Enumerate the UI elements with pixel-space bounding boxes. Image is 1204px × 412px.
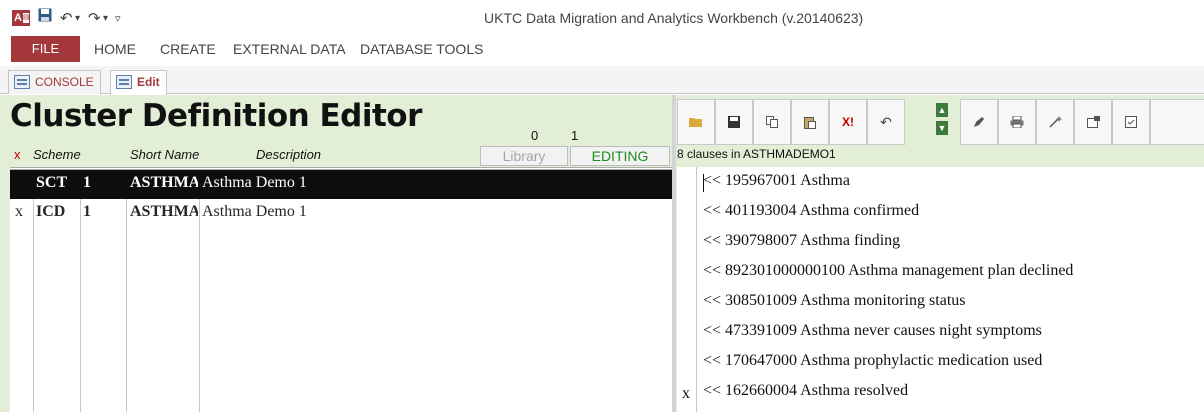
clause-text[interactable]: << 308501009 Asthma monitoring status [703,292,966,310]
row-scheme[interactable]: ICD [36,203,65,221]
table-row[interactable]: x ICD 1 ASTHMAD Asthma Demo 1 [10,199,672,228]
editing-button[interactable]: EDITING [570,146,670,166]
column-header-x: x [14,147,21,162]
row-x-flag[interactable]: x [15,203,23,221]
row-description[interactable]: Asthma Demo 1 [202,203,307,221]
access-app-icon[interactable]: A▤ [12,10,30,26]
clause-text[interactable]: << 892301000000100 Asthma management pla… [703,262,1073,280]
row-scheme[interactable]: SCT [36,174,67,192]
clause-text[interactable]: << 170647000 Asthma prophylactic medicat… [703,352,1042,370]
column-header-description: Description [256,147,322,162]
move-buttons: ▲ ▼ [936,101,950,141]
move-down-icon[interactable]: ▼ [936,121,948,135]
wand-icon[interactable] [1036,99,1074,145]
tab-home[interactable]: HOME [94,41,136,57]
delete-icon[interactable]: X! [829,99,867,145]
open-folder-icon[interactable] [677,99,715,145]
clause-count: 8 clauses in ASTHMADEMO1 [677,147,836,161]
file-tab[interactable]: FILE [11,36,80,62]
tab-create[interactable]: CREATE [160,41,216,57]
row-version[interactable]: 1 [83,174,91,192]
row-version[interactable]: 1 [83,203,91,221]
counter-a: 0 [531,128,539,143]
doc-tab-edit[interactable]: Edit [110,70,167,95]
list-item[interactable]: x << 162660004 Asthma resolved [677,377,1204,407]
clause-text[interactable]: << 162660004 Asthma resolved [703,382,908,400]
row-short-name[interactable]: ASTHMAD [130,174,198,192]
clause-text[interactable]: << 390798007 Asthma finding [703,232,900,250]
copy-icon[interactable] [753,99,791,145]
list-item[interactable]: << 473391009 Asthma never causes night s… [677,317,1204,347]
clause-toolbar: X! ↶ ▲ ▼ [677,99,1204,145]
list-item[interactable]: << 170647000 Asthma prophylactic medicat… [677,347,1204,377]
doc-tab-console[interactable]: CONSOLE [8,70,101,94]
save-icon[interactable] [715,99,753,145]
document-tabs: CONSOLE Edit [0,66,1204,95]
undo-dropdown-icon[interactable]: ▾ [75,13,80,24]
clause-text[interactable]: << 473391009 Asthma never causes night s… [703,322,1042,340]
column-header-scheme: Scheme [33,147,81,162]
list-item[interactable]: << 892301000000100 Asthma management pla… [677,257,1204,287]
page-title: Cluster Definition Editor [10,98,422,134]
move-up-icon[interactable]: ▲ [936,103,948,117]
doc-tab-console-label: CONSOLE [35,75,94,89]
library-button[interactable]: Library [480,146,568,166]
toolbar-spacer [1150,99,1204,145]
pane-splitter[interactable] [672,95,676,412]
form-header: Cluster Definition Editor 0 1 x Scheme S… [0,95,672,167]
clause-list: << 195967001 Asthma << 401193004 Asthma … [677,167,1204,412]
paste-icon[interactable] [791,99,829,145]
cluster-list: SCT 1 ASTHMAD Asthma Demo 1 x ICD 1 ASTH… [10,167,672,412]
clause-text[interactable]: << 401193004 Asthma confirmed [703,202,919,220]
row-short-name[interactable]: ASTHMAD [130,203,198,221]
redo-icon[interactable]: ↷ [88,9,101,27]
form-icon [14,75,30,89]
window-title: UKTC Data Migration and Analytics Workbe… [484,10,864,26]
customize-toolbar-icon[interactable]: ▿ [115,12,121,25]
pencil-icon[interactable] [960,99,998,145]
list-item[interactable]: << 195967001 Asthma [677,167,1204,197]
cluster-editor-form: Cluster Definition Editor 0 1 x Scheme S… [0,95,1204,412]
tab-database-tools[interactable]: DATABASE TOOLS [360,41,483,57]
undo-icon[interactable]: ↶ [867,99,905,145]
column-header-short-name: Short Name [130,147,200,162]
counter-b: 1 [571,128,579,143]
clause-x-flag[interactable]: x [682,385,690,403]
list-item[interactable]: << 401193004 Asthma confirmed [677,197,1204,227]
undo-icon[interactable]: ↶ [60,9,73,27]
table-row[interactable]: SCT 1 ASTHMAD Asthma Demo 1 [10,170,672,199]
save-icon[interactable] [38,8,52,26]
tab-external-data[interactable]: EXTERNAL DATA [233,41,346,57]
ribbon-tabs: FILE HOME CREATE EXTERNAL DATA DATABASE … [0,34,1204,62]
row-description[interactable]: Asthma Demo 1 [202,174,307,192]
list-item[interactable]: << 390798007 Asthma finding [677,227,1204,257]
doc-tab-edit-label: Edit [137,75,160,89]
list-item[interactable]: << 308501009 Asthma monitoring status [677,287,1204,317]
form-icon [116,75,132,89]
properties-icon[interactable] [1074,99,1112,145]
print-icon[interactable] [998,99,1036,145]
checklist-icon[interactable] [1112,99,1150,145]
redo-dropdown-icon[interactable]: ▾ [103,13,108,24]
clause-text[interactable]: << 195967001 Asthma [703,172,850,190]
title-bar: A▤ ↶ ▾ ↷ ▾ ▿ UKTC Data Migration and Ana… [0,0,1204,34]
